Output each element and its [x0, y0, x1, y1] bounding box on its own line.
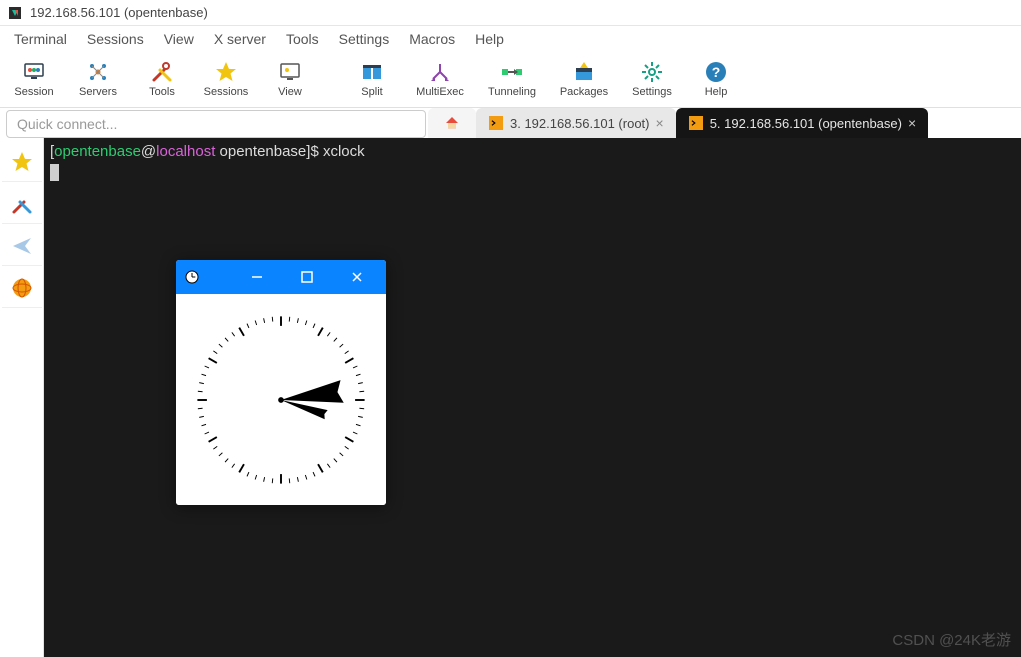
menu-bar: Terminal Sessions View X server Tools Se…: [0, 26, 1021, 52]
window-titlebar: 192.168.56.101 (opentenbase): [0, 0, 1021, 26]
terminal-cursor: [50, 164, 59, 181]
help-icon: ?: [704, 60, 728, 84]
svg-text:?: ?: [712, 64, 721, 80]
menu-tools[interactable]: Tools: [276, 28, 329, 50]
tab-session-5[interactable]: 5. 192.168.56.101 (opentenbase) ×: [676, 108, 928, 138]
tunneling-icon: [500, 60, 524, 84]
toolbar-session-label: Session: [14, 86, 53, 98]
tab-home[interactable]: [428, 108, 476, 138]
multiexec-icon: [428, 60, 452, 84]
sidebar-send[interactable]: [2, 226, 42, 266]
menu-sessions[interactable]: Sessions: [77, 28, 154, 50]
toolbar-tunneling-button[interactable]: Tunneling: [476, 53, 548, 105]
terminal-command: xclock: [323, 143, 365, 160]
toolbar-servers-button[interactable]: Servers: [66, 53, 130, 105]
toolbar-settings-label: Settings: [632, 86, 672, 98]
toolbar-view-label: View: [278, 86, 302, 98]
app-icon: [6, 4, 24, 22]
home-icon: [444, 115, 460, 131]
menu-macros[interactable]: Macros: [399, 28, 465, 50]
toolbar-help-label: Help: [705, 86, 728, 98]
toolbar-help-button[interactable]: ? Help: [684, 53, 748, 105]
tab-close-icon[interactable]: ×: [908, 115, 916, 131]
sidebar-tools[interactable]: [2, 184, 42, 224]
toolbar-sessions-label: Sessions: [204, 86, 249, 98]
toolbar: Session Servers Tools Sessions View Spli…: [0, 52, 1021, 108]
watermark: CSDN @24K老游: [892, 631, 1011, 651]
servers-icon: [86, 60, 110, 84]
quick-connect-input[interactable]: Quick connect...: [6, 110, 426, 138]
tab-close-icon[interactable]: ×: [656, 115, 664, 131]
monitor-icon: [22, 60, 46, 84]
terminal-icon: [488, 115, 504, 131]
menu-xserver[interactable]: X server: [204, 28, 276, 50]
toolbar-multiexec-button[interactable]: MultiExec: [404, 53, 476, 105]
terminal-line-1: [opentenbase@localhost opentenbase]$ xcl…: [50, 142, 1015, 162]
window-title: 192.168.56.101 (opentenbase): [30, 5, 208, 20]
menu-terminal[interactable]: Terminal: [4, 28, 77, 50]
minimize-button[interactable]: [234, 260, 280, 294]
sidebar: [0, 138, 44, 657]
toolbar-multiexec-label: MultiExec: [416, 86, 464, 98]
terminal-icon: [688, 115, 704, 131]
toolbar-session-button[interactable]: Session: [2, 53, 66, 105]
menu-settings[interactable]: Settings: [329, 28, 400, 50]
toolbar-tools-label: Tools: [149, 86, 175, 98]
gear-icon: [640, 60, 664, 84]
toolbar-settings-button[interactable]: Settings: [620, 53, 684, 105]
star-icon: [214, 60, 238, 84]
tools-icon: [150, 60, 174, 84]
sidebar-globe[interactable]: [2, 268, 42, 308]
toolbar-sessions-button[interactable]: Sessions: [194, 53, 258, 105]
analog-clock-icon: [186, 305, 376, 495]
tab-session-3-label: 3. 192.168.56.101 (root): [510, 116, 650, 131]
close-button[interactable]: [334, 260, 380, 294]
menu-help[interactable]: Help: [465, 28, 514, 50]
maximize-button[interactable]: [284, 260, 330, 294]
tabs-bar: Quick connect... 3. 192.168.56.101 (root…: [0, 108, 1021, 138]
tab-session-5-label: 5. 192.168.56.101 (opentenbase): [710, 116, 902, 131]
terminal-pane[interactable]: [opentenbase@localhost opentenbase]$ xcl…: [44, 138, 1021, 657]
tab-session-3[interactable]: 3. 192.168.56.101 (root) ×: [476, 108, 676, 138]
xclock-titlebar[interactable]: [176, 260, 386, 294]
toolbar-servers-label: Servers: [79, 86, 117, 98]
toolbar-split-button[interactable]: Split: [340, 53, 404, 105]
sidebar-favorites[interactable]: [2, 142, 42, 182]
toolbar-packages-button[interactable]: Packages: [548, 53, 620, 105]
toolbar-split-label: Split: [361, 86, 382, 98]
xclock-face: [176, 294, 386, 505]
toolbar-view-button[interactable]: View: [258, 53, 322, 105]
toolbar-tunneling-label: Tunneling: [488, 86, 536, 98]
workspace: [opentenbase@localhost opentenbase]$ xcl…: [0, 138, 1021, 657]
split-icon: [360, 60, 384, 84]
xclock-window[interactable]: [176, 260, 386, 505]
view-icon: [278, 60, 302, 84]
toolbar-packages-label: Packages: [560, 86, 608, 98]
packages-icon: [572, 60, 596, 84]
toolbar-tools-button[interactable]: Tools: [130, 53, 194, 105]
menu-view[interactable]: View: [154, 28, 204, 50]
clock-icon: [182, 267, 202, 287]
